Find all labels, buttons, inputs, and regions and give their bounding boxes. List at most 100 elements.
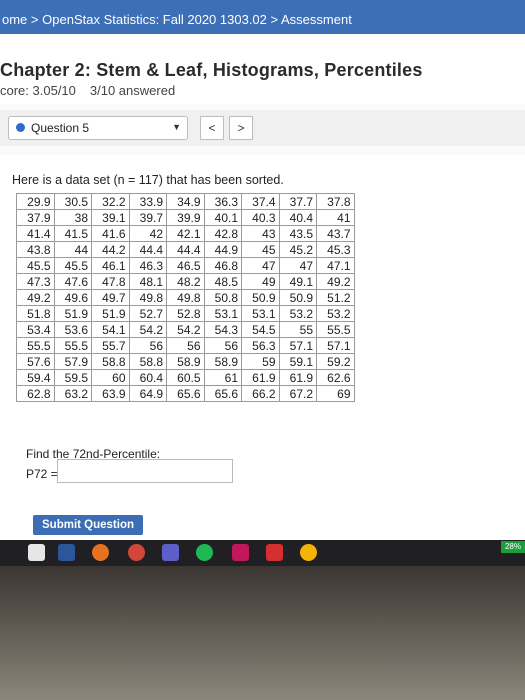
breadcrumb-assessment: Assessment xyxy=(281,12,352,27)
table-row: 45.5 45.5 46.1 46.3 46.5 46.8 47 47 47.1 xyxy=(16,257,355,274)
question-nav-bar: Question 5 ▼ < > xyxy=(0,110,525,146)
table-cell: 40.3 xyxy=(241,209,280,226)
table-cell: 51.2 xyxy=(316,289,355,306)
table-cell: 59.5 xyxy=(53,369,92,386)
question-select[interactable]: Question 5 ▼ xyxy=(8,116,188,140)
breadcrumb-course[interactable]: OpenStax Statistics: Fall 2020 1303.02 xyxy=(42,12,267,27)
table-cell: 53.6 xyxy=(53,321,92,338)
table-cell: 56.3 xyxy=(241,337,280,354)
browser-screen: ome > OpenStax Statistics: Fall 2020 130… xyxy=(0,0,525,540)
table-cell: 54.5 xyxy=(241,321,280,338)
word-icon[interactable] xyxy=(58,544,75,561)
table-cell: 49.6 xyxy=(53,289,92,306)
table-cell: 62.8 xyxy=(16,385,55,402)
prev-question-button[interactable]: < xyxy=(200,116,224,140)
table-cell: 44.4 xyxy=(128,241,167,258)
table-cell: 60.5 xyxy=(166,369,205,386)
table-cell: 44 xyxy=(53,241,92,258)
table-cell: 29.9 xyxy=(16,193,55,210)
table-cell: 49.8 xyxy=(166,289,205,306)
acrobat-icon[interactable] xyxy=(266,544,283,561)
table-cell: 38 xyxy=(53,209,92,226)
table-cell: 45.2 xyxy=(278,241,317,258)
teams-icon[interactable] xyxy=(162,544,179,561)
table-cell: 49.1 xyxy=(278,273,317,290)
spotify-icon[interactable] xyxy=(196,544,213,561)
monitor-bezel xyxy=(0,566,525,700)
table-cell: 53.1 xyxy=(241,305,280,322)
table-cell: 57.1 xyxy=(316,337,355,354)
table-cell: 32.2 xyxy=(91,193,130,210)
table-cell: 60.4 xyxy=(128,369,167,386)
table-cell: 41.6 xyxy=(91,225,130,242)
submit-question-button[interactable]: Submit Question xyxy=(33,515,143,535)
table-row: 49.2 49.6 49.7 49.8 49.8 50.8 50.9 50.9 51.2 xyxy=(16,289,355,306)
chrome-alt-icon[interactable] xyxy=(300,544,317,561)
table-cell: 30.5 xyxy=(53,193,92,210)
table-cell: 46.5 xyxy=(166,257,205,274)
breadcrumb-home[interactable]: ome xyxy=(2,12,27,27)
table-cell: 44.4 xyxy=(166,241,205,258)
breadcrumb-separator: > xyxy=(30,12,39,27)
table-cell: 61.9 xyxy=(278,369,317,386)
table-cell: 47.1 xyxy=(316,257,355,274)
table-cell: 55.5 xyxy=(316,321,355,338)
table-cell: 45.3 xyxy=(316,241,355,258)
question-intro: Here is a data set (n = 117) that has be… xyxy=(12,173,284,187)
table-cell: 37.4 xyxy=(241,193,280,210)
battery-indicator: 28% xyxy=(501,541,525,553)
answer-input[interactable] xyxy=(57,459,233,483)
table-cell: 60 xyxy=(91,369,130,386)
table-cell: 59.2 xyxy=(316,353,355,370)
table-cell: 51.9 xyxy=(91,305,130,322)
chrome-icon[interactable] xyxy=(128,544,145,561)
table-cell: 58.8 xyxy=(128,353,167,370)
table-cell: 67.2 xyxy=(278,385,317,402)
table-row: 53.4 53.6 54.1 54.2 54.2 54.3 54.5 55 55.5 xyxy=(16,321,355,338)
table-cell: 59.4 xyxy=(16,369,55,386)
table-cell: 39.7 xyxy=(128,209,167,226)
table-row: 57.6 57.9 58.8 58.8 58.9 58.9 59 59.1 59.2 xyxy=(16,353,355,370)
table-cell: 37.8 xyxy=(316,193,355,210)
table-cell: 49.2 xyxy=(16,289,55,306)
table-cell: 43.5 xyxy=(278,225,317,242)
shield-icon[interactable] xyxy=(28,544,45,561)
answered-count: 3/10 answered xyxy=(89,83,176,98)
page-title: Chapter 2: Stem & Leaf, Histograms, Perc… xyxy=(0,60,423,80)
app-icon[interactable] xyxy=(232,544,249,561)
score-line: core: 3.05/10 3/10 answered xyxy=(0,83,175,98)
table-cell: 42.1 xyxy=(166,225,205,242)
status-dot-icon xyxy=(16,123,25,132)
table-row: 37.9 38 39.1 39.7 39.9 40.1 40.3 40.4 41 xyxy=(16,209,355,226)
table-cell: 52.7 xyxy=(128,305,167,322)
table-cell: 66.2 xyxy=(241,385,280,402)
table-cell: 45.5 xyxy=(53,257,92,274)
firefox-icon[interactable] xyxy=(92,544,109,561)
table-cell: 39.9 xyxy=(166,209,205,226)
table-cell: 61 xyxy=(203,369,242,386)
table-row: 29.9 30.5 32.2 33.9 34.9 36.3 37.4 37.7 37.8 xyxy=(16,193,355,210)
table-cell: 57.1 xyxy=(278,337,317,354)
table-cell: 55.5 xyxy=(16,337,55,354)
table-cell: 43 xyxy=(241,225,280,242)
table-row: 51.8 51.9 51.9 52.7 52.8 53.1 53.1 53.2 53.2 xyxy=(16,305,355,322)
table-cell: 54.2 xyxy=(128,321,167,338)
table-cell: 47 xyxy=(241,257,280,274)
table-cell: 47.6 xyxy=(53,273,92,290)
taskbar: 28% xyxy=(0,540,525,566)
table-cell: 58.8 xyxy=(91,353,130,370)
table-cell: 56 xyxy=(128,337,167,354)
score-text: core: 3.05/10 xyxy=(0,83,76,98)
table-cell: 41.5 xyxy=(53,225,92,242)
table-cell: 59.1 xyxy=(278,353,317,370)
table-cell: 42.8 xyxy=(203,225,242,242)
table-cell: 63.2 xyxy=(53,385,92,402)
table-cell: 51.9 xyxy=(53,305,92,322)
table-cell: 57.6 xyxy=(16,353,55,370)
next-question-button[interactable]: > xyxy=(229,116,253,140)
table-row: 43.8 44 44.2 44.4 44.4 44.9 45 45.2 45.3 xyxy=(16,241,355,258)
table-cell: 50.9 xyxy=(278,289,317,306)
table-cell: 69 xyxy=(316,385,355,402)
table-cell: 49.8 xyxy=(128,289,167,306)
table-cell: 47.3 xyxy=(16,273,55,290)
